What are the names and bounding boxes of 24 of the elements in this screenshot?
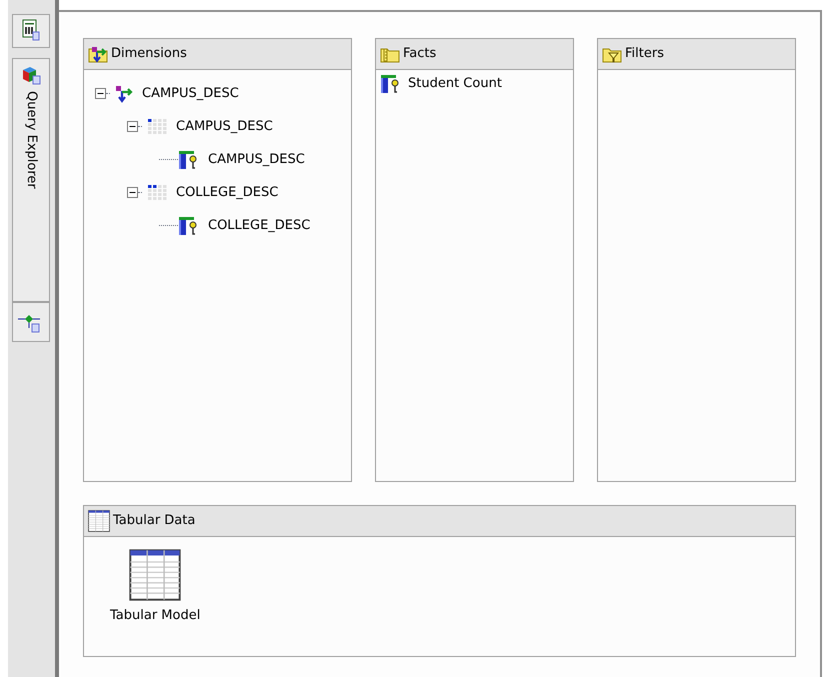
tree-item[interactable]: COLLEGE_DESC <box>208 216 310 236</box>
side-tab[interactable] <box>12 14 50 48</box>
panel-title: Filters <box>625 45 664 64</box>
report-icon <box>22 19 40 41</box>
collapse-icon[interactable] <box>127 187 138 198</box>
hierarchy-icon <box>146 184 168 202</box>
dimension-icon <box>114 84 134 102</box>
dimensions-folder-icon <box>88 45 108 63</box>
collapse-icon[interactable] <box>127 121 138 132</box>
tree-item[interactable]: COLLEGE_DESC <box>176 182 278 202</box>
tree-item[interactable]: CAMPUS_DESC <box>176 116 273 136</box>
fact-item[interactable]: Student Count <box>408 74 502 94</box>
tree-item[interactable]: CAMPUS_DESC <box>208 150 305 170</box>
cube-icon <box>21 65 41 85</box>
panel-title: Tabular Data <box>113 512 196 530</box>
side-tab[interactable]: Query Explorer <box>12 58 50 302</box>
panel-title: Facts <box>403 45 436 64</box>
table-icon <box>88 510 110 532</box>
hierarchy-icon <box>146 118 168 136</box>
tree-item[interactable]: CAMPUS_DESC <box>142 84 239 104</box>
table-model-icon[interactable] <box>129 549 182 601</box>
panel-title: Dimensions <box>111 45 187 64</box>
collapse-icon[interactable] <box>95 88 106 99</box>
model-label[interactable]: Tabular Model <box>110 606 200 626</box>
